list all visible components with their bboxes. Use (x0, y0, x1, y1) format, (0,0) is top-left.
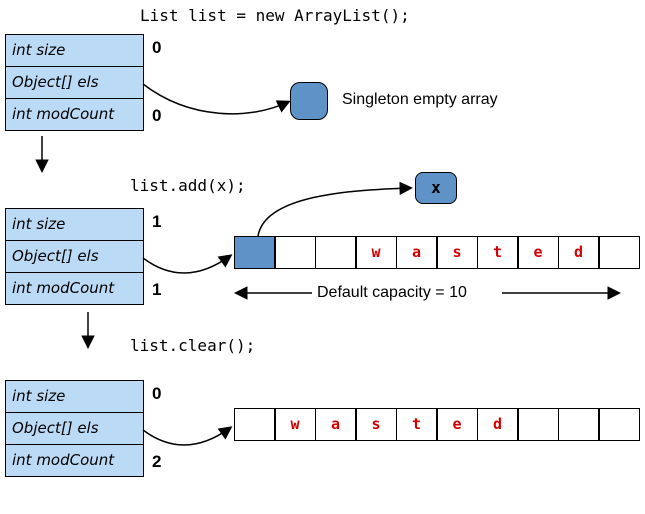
array-capacity-10: w a s t e d (235, 236, 640, 269)
struct-2-els: Object[] els (6, 241, 143, 273)
array2-cell-7 (517, 408, 559, 441)
struct-1-els: Object[] els (6, 67, 143, 99)
capacity-label: Default capacity = 10 (317, 284, 467, 302)
array-after-clear: w a s t e d (235, 408, 640, 441)
array1-cell-0 (234, 236, 276, 269)
array1-cell-3: w (355, 236, 397, 269)
array2-cell-5: e (436, 408, 478, 441)
struct-2-size-value: 1 (152, 212, 161, 232)
code-line-new: List list = new ArrayList(); (140, 6, 410, 25)
struct-3-mod-value: 2 (152, 452, 161, 472)
struct-1-modcount: int modCount (6, 99, 143, 130)
array1-cell-6: t (477, 236, 519, 269)
struct-1-mod-value: 0 (152, 106, 161, 126)
array1-cell-5: s (436, 236, 478, 269)
array2-cell-6: d (477, 408, 519, 441)
struct-2-modcount: int modCount (6, 273, 143, 304)
struct-2-size: int size (6, 209, 143, 241)
x-element-box: x (415, 172, 457, 204)
array1-cell-9 (598, 236, 640, 269)
array2-cell-1: w (274, 408, 316, 441)
array2-cell-0 (234, 408, 276, 441)
array2-cell-9 (598, 408, 640, 441)
array1-cell-4: a (396, 236, 438, 269)
array2-cell-3: s (355, 408, 397, 441)
struct-1-size-value: 0 (152, 38, 161, 58)
array2-cell-4: t (396, 408, 438, 441)
array1-cell-8: d (558, 236, 600, 269)
array1-cell-2 (315, 236, 357, 269)
struct-2-mod-value: 1 (152, 280, 161, 300)
singleton-box (290, 82, 328, 120)
struct-3: int size Object[] els int modCount (5, 380, 144, 477)
array1-cell-1 (274, 236, 316, 269)
struct-3-modcount: int modCount (6, 445, 143, 476)
singleton-label: Singleton empty array (342, 91, 498, 109)
struct-3-els: Object[] els (6, 413, 143, 445)
array2-cell-2: a (315, 408, 357, 441)
code-line-clear: list.clear(); (130, 336, 255, 355)
code-line-add: list.add(x); (130, 176, 246, 195)
struct-2: int size Object[] els int modCount (5, 208, 144, 305)
array2-cell-8 (558, 408, 600, 441)
array1-cell-7: e (517, 236, 559, 269)
struct-1: int size Object[] els int modCount (5, 34, 144, 131)
struct-3-size: int size (6, 381, 143, 413)
struct-1-size: int size (6, 35, 143, 67)
struct-3-size-value: 0 (152, 384, 161, 404)
